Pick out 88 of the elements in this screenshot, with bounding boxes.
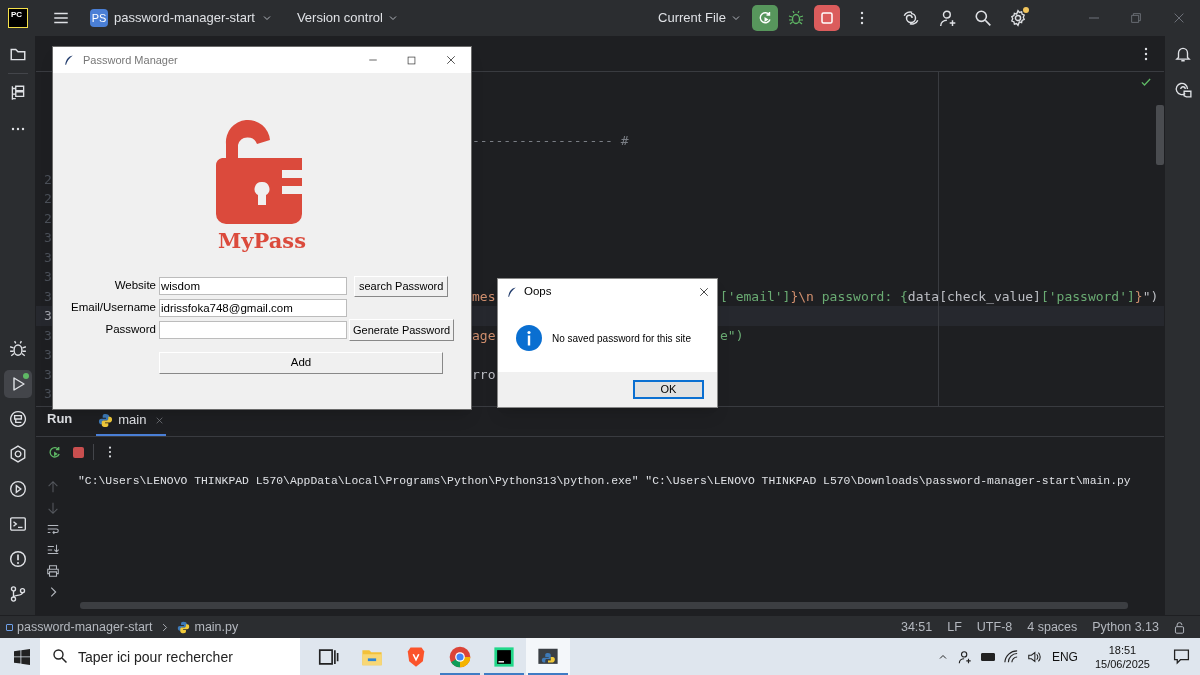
status-item[interactable]: Python 3.13: [1092, 617, 1159, 637]
code-text: rro: [472, 365, 496, 384]
soft-wrap-icon[interactable]: [46, 522, 60, 536]
stop-icon[interactable]: [73, 446, 84, 458]
field-label: Password: [104, 322, 157, 338]
running-indicator: [440, 673, 480, 675]
problems-icon[interactable]: [8, 550, 27, 568]
stop-button[interactable]: [814, 5, 840, 31]
language-indicator[interactable]: ENG: [1051, 647, 1078, 666]
feather-icon: [506, 285, 518, 298]
code-text: ['email']}\n password: {data[check_value]['password']}"): [720, 287, 1159, 306]
swirl-icon[interactable]: [902, 9, 920, 27]
maximize-icon[interactable]: [406, 54, 417, 66]
code-text: mes: [472, 287, 496, 306]
field-label: Website: [113, 278, 157, 294]
git-icon[interactable]: [8, 585, 27, 603]
window-title: Password Manager: [83, 52, 178, 68]
project-badge: PS: [90, 9, 108, 27]
close-icon[interactable]: [698, 285, 710, 298]
lion-shield-icon: [405, 645, 427, 668]
code-text: e"): [720, 326, 744, 345]
bell-icon[interactable]: [1173, 45, 1192, 63]
running-indicator: [528, 673, 568, 675]
ai-chat-icon[interactable]: [1173, 80, 1192, 98]
start-icon[interactable]: [14, 648, 30, 665]
search-field[interactable]: Taper ici pour rechercher: [40, 638, 300, 675]
python-console-icon[interactable]: [8, 410, 27, 428]
code-text: ------------------ #: [472, 131, 629, 150]
rerun-button[interactable]: [752, 5, 778, 31]
terminal-icon[interactable]: [8, 515, 27, 533]
taskbar-app[interactable]: [526, 638, 570, 675]
code-text: age: [472, 326, 496, 345]
clock[interactable]: 18:51 15/06/2025: [1094, 642, 1150, 671]
python-file-icon: [177, 620, 191, 634]
horizontal-scrollbar[interactable]: [80, 602, 1128, 609]
breadcrumb-item[interactable]: password-manager-start: [6, 617, 153, 637]
breadcrumb-item[interactable]: main.py: [177, 617, 239, 637]
app-logo: PC: [8, 8, 28, 28]
browser-icon: [449, 645, 471, 668]
rerun-icon[interactable]: [47, 444, 62, 460]
bug-icon[interactable]: [788, 10, 804, 26]
status-item[interactable]: LF: [947, 617, 962, 637]
ide-icon: [493, 645, 515, 668]
status-item[interactable]: 34:51: [900, 617, 933, 637]
feather-icon: [63, 54, 75, 66]
ok-button[interactable]: OK: [633, 380, 704, 399]
meet-icon[interactable]: [957, 649, 972, 664]
search-icon[interactable]: [974, 9, 992, 27]
volume-icon[interactable]: [1026, 649, 1041, 664]
run-tool-button[interactable]: [3, 370, 32, 398]
settings-icon[interactable]: [1009, 9, 1027, 27]
input-field[interactable]: idrissfoka748@gmail.com: [159, 299, 347, 317]
project-dropdown[interactable]: PS password-manager-start: [88, 4, 275, 32]
check-icon: [1140, 76, 1152, 88]
field-label: Email/Username: [70, 300, 157, 316]
input-field[interactable]: [159, 321, 347, 339]
print-icon[interactable]: [46, 564, 60, 578]
search-button[interactable]: search Password: [354, 275, 449, 297]
panel-title: Run: [47, 409, 73, 428]
run-configuration-dropdown[interactable]: Current File: [658, 4, 742, 32]
notifications-icon[interactable]: [1173, 648, 1190, 665]
module-icon: [6, 623, 13, 631]
line-number: 3: [44, 308, 52, 323]
console-output: "C:\Users\LENOVO THINKPAD L570\AppData\Local\Programs\Python\Python313\python.exe" "C:\Users\LENOVO THINKPAD L570\Downloads\password-manager-start\main.py: [78, 474, 1131, 489]
logo-text: MyPass: [218, 229, 306, 253]
add-button[interactable]: Add: [159, 352, 443, 374]
python-file-icon: [98, 412, 114, 428]
stop-icon: [819, 10, 835, 26]
status-item[interactable]: UTF-8: [976, 617, 1013, 637]
add-user-icon[interactable]: [939, 9, 957, 27]
input-field[interactable]: wisdom: [159, 277, 347, 295]
close-icon[interactable]: [445, 54, 457, 66]
rerun-icon: [757, 10, 773, 26]
scroll-to-end-icon[interactable]: [46, 543, 60, 557]
battery-icon[interactable]: [980, 652, 995, 661]
running-indicator: [484, 673, 524, 675]
services-icon[interactable]: [8, 445, 27, 463]
scrollbar-thumb[interactable]: [1156, 105, 1164, 165]
search-icon: [52, 648, 68, 664]
dialog-message: No saved password for this site: [552, 331, 691, 346]
wifi-icon[interactable]: [1003, 649, 1018, 664]
generate-button[interactable]: Generate Password: [349, 319, 455, 341]
info-icon: [516, 325, 542, 351]
dialog-title: Oops: [524, 283, 552, 299]
version-control-dropdown[interactable]: Version control: [296, 4, 399, 32]
status-item[interactable]: 4 spaces: [1027, 617, 1078, 637]
run-icon[interactable]: [8, 480, 27, 498]
lock-icon[interactable]: [1173, 620, 1186, 634]
